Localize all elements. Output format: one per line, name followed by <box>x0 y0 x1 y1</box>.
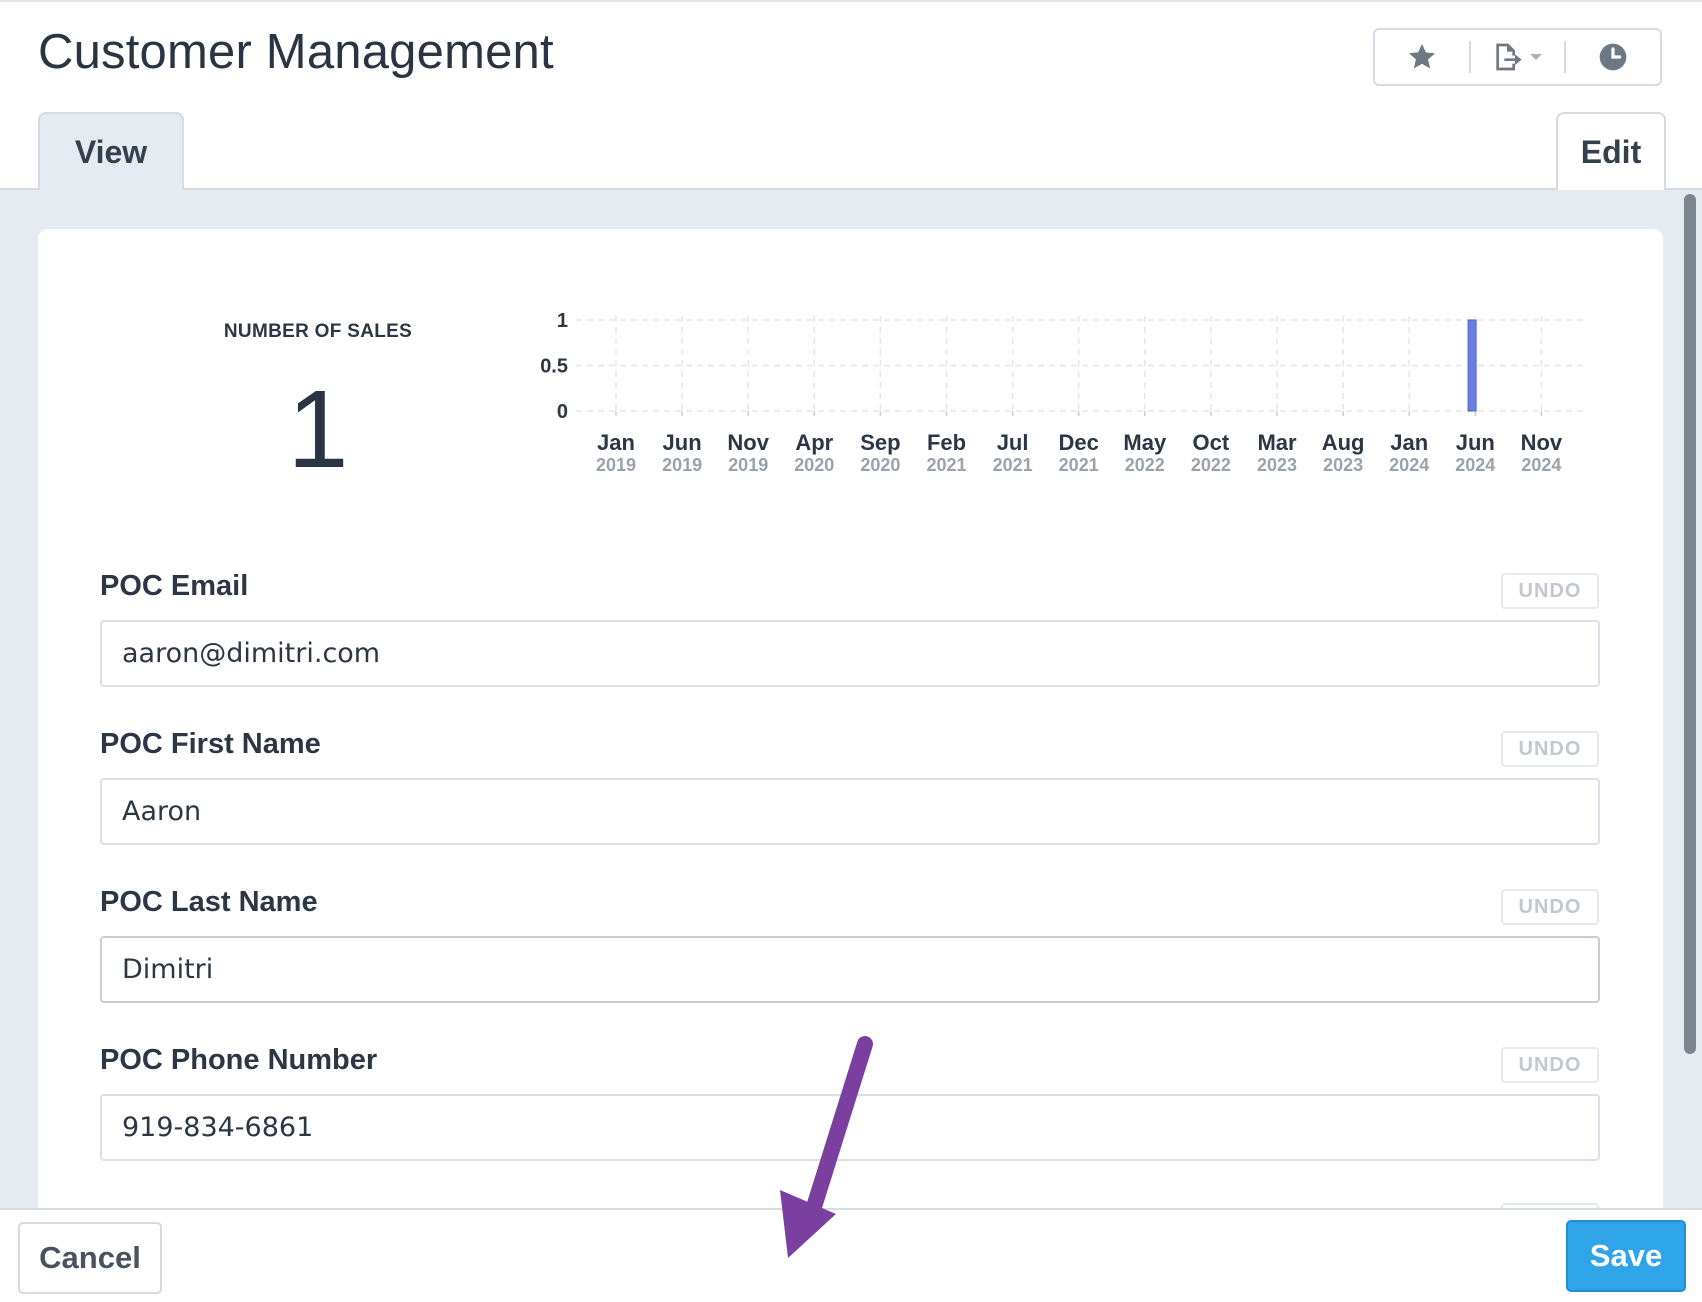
x-tick-label-month: Jun <box>1456 430 1495 455</box>
x-tick-label-month: Apr <box>795 430 833 455</box>
y-tick-label: 0.5 <box>540 356 568 378</box>
x-tick-label-month: Sep <box>860 430 900 455</box>
top-border <box>0 0 1702 2</box>
metric-value: 1 <box>287 368 349 491</box>
x-tick-label-month: Dec <box>1059 430 1099 455</box>
history-icon <box>1599 43 1627 71</box>
tab-edit[interactable]: Edit <box>1556 112 1666 190</box>
x-tick-label-year: 2019 <box>662 455 702 475</box>
x-tick-label-month: Nov <box>1521 430 1563 455</box>
y-tick-label: 0 <box>557 401 568 423</box>
x-tick-label-month: Jan <box>597 430 635 455</box>
poc-first-name-field[interactable] <box>100 778 1600 845</box>
x-tick-label-year: 2021 <box>993 455 1033 475</box>
poc-email-field[interactable] <box>100 620 1600 687</box>
save-button[interactable]: Save <box>1566 1220 1686 1292</box>
undo-button-poc-last-name[interactable]: UNDO <box>1501 889 1599 925</box>
export-icon <box>1495 43 1522 71</box>
x-tick-label-month: Aug <box>1322 430 1365 455</box>
x-tick-label-year: 2021 <box>926 455 966 475</box>
y-tick-label: 1 <box>557 310 568 332</box>
x-tick-label-year: 2024 <box>1455 455 1495 475</box>
chart-bar <box>1467 319 1477 412</box>
star-icon <box>1408 43 1435 69</box>
metric-label: NUMBER OF SALES <box>223 321 413 342</box>
header-action-group <box>1373 28 1662 86</box>
history-button[interactable] <box>1566 30 1660 84</box>
footer-bar: Cancel Save <box>0 1208 1702 1302</box>
x-tick-label-year: 2020 <box>860 455 900 475</box>
x-tick-label-year: 2020 <box>794 455 834 475</box>
chevron-down-icon <box>1529 54 1542 60</box>
x-tick-label-year: 2022 <box>1125 455 1165 475</box>
x-tick-label-year: 2024 <box>1521 455 1561 475</box>
customer-card: NUMBER OF SALES 1 1 0.5 0 Jan 2019 Jun 2019 Nov… <box>38 229 1663 1229</box>
undo-button-poc-phone-number[interactable]: UNDO <box>1501 1047 1599 1083</box>
x-tick-label-month: May <box>1123 430 1167 455</box>
x-tick-label-year: 2022 <box>1191 455 1231 475</box>
x-tick-label-year: 2019 <box>596 455 636 475</box>
export-dropdown-button[interactable] <box>1471 30 1565 84</box>
x-tick-label-year: 2023 <box>1323 455 1363 475</box>
x-tick-label-month: Nov <box>727 430 769 455</box>
favorite-button[interactable] <box>1375 30 1469 84</box>
poc-phone-number-field[interactable] <box>100 1094 1600 1161</box>
undo-button-poc-first-name[interactable]: UNDO <box>1501 731 1599 767</box>
x-tick-label-year: 2021 <box>1059 455 1099 475</box>
x-tick-label-year: 2024 <box>1389 455 1429 475</box>
x-tick-label-month: Mar <box>1257 430 1297 455</box>
field-label-poc-email: POC Email <box>100 570 249 602</box>
cancel-button[interactable]: Cancel <box>18 1222 162 1294</box>
field-label-poc-first-name: POC First Name <box>100 728 321 760</box>
x-tick-label-year: 2019 <box>728 455 768 475</box>
x-tick-label-month: Feb <box>927 430 966 455</box>
x-tick-label-month: Jan <box>1390 430 1428 455</box>
vertical-scrollbar[interactable] <box>1684 194 1696 1054</box>
field-label-poc-last-name: POC Last Name <box>100 886 318 918</box>
x-tick-label-month: Jun <box>663 430 702 455</box>
page-title: Customer Management <box>38 25 554 79</box>
x-tick-label-month: Jul <box>997 430 1029 455</box>
x-tick-label-month: Oct <box>1193 430 1230 455</box>
sales-chart: 10.50Jan2019Jun2019Nov2019Apr2020Sep2020… <box>540 310 1586 475</box>
field-label-poc-phone-number: POC Phone Number <box>100 1044 378 1076</box>
tab-view[interactable]: View <box>38 112 184 190</box>
poc-last-name-field[interactable] <box>100 936 1600 1003</box>
undo-button-poc-email[interactable]: UNDO <box>1501 573 1599 609</box>
x-tick-label-year: 2023 <box>1257 455 1297 475</box>
